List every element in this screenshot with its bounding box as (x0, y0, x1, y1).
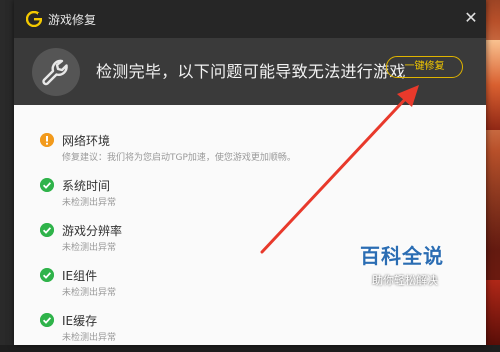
check-icon (40, 178, 54, 192)
watermark-tagline: 助你轻松解决 (372, 274, 438, 287)
window-title: 游戏修复 (48, 13, 97, 27)
one-click-repair-button[interactable]: 一键修复 (386, 56, 463, 78)
item-desc: 修复建议：我们将为您启动TGP加速，使您游戏更加顺畅。 (62, 153, 296, 163)
tgp-logo-icon (26, 11, 42, 27)
result-message: 检测完毕，以下问题可能导致无法进行游戏 (96, 62, 406, 81)
check-icon (40, 223, 54, 237)
title-bar: 游戏修复 ✕ (14, 0, 486, 38)
list-item-system-time: 系统时间 未检测出异常 (40, 177, 470, 217)
list-item-network: 网络环境 修复建议：我们将为您启动TGP加速，使您游戏更加顺畅。 (40, 132, 470, 172)
check-icon (40, 313, 54, 327)
item-desc: 未检测出异常 (62, 198, 117, 208)
item-title: IE组件 (62, 269, 98, 283)
item-title: 游戏分辨率 (62, 224, 123, 238)
list-item-ie-cache: IE缓存 未检测出异常 (40, 312, 470, 352)
item-title: 网络环境 (62, 134, 111, 148)
item-title: 系统时间 (62, 179, 111, 193)
check-icon (40, 268, 54, 282)
close-button[interactable]: ✕ (462, 9, 480, 27)
item-desc: 未检测出异常 (62, 333, 117, 343)
item-title: IE缓存 (62, 314, 98, 328)
baike-watermark: 百科全说 助你轻松解决 (360, 240, 480, 300)
item-desc: 未检测出异常 (62, 288, 117, 298)
warning-icon (40, 133, 54, 147)
result-banner: 检测完毕，以下问题可能导致无法进行游戏 一键修复 (14, 38, 486, 105)
watermark-logo: 百科全说 (360, 244, 444, 268)
item-desc: 未检测出异常 (62, 243, 117, 253)
wrench-icon (32, 48, 80, 96)
